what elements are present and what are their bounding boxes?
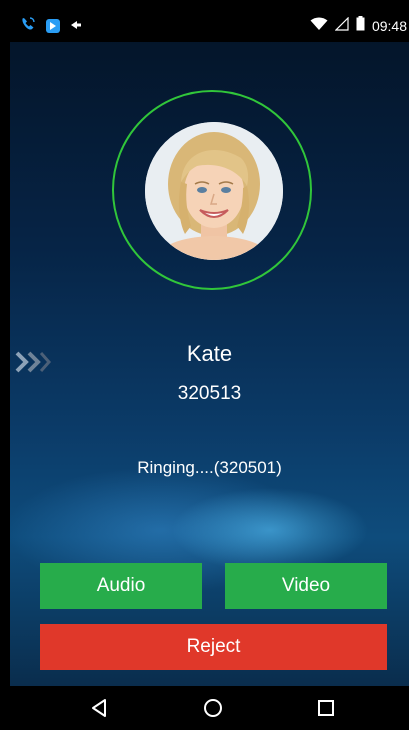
notification-arrow-icon bbox=[70, 17, 82, 35]
reject-button[interactable]: Reject bbox=[40, 624, 387, 670]
home-icon[interactable] bbox=[183, 686, 243, 730]
caller-number: 320513 bbox=[177, 383, 242, 404]
signal-icon bbox=[334, 16, 349, 36]
audio-button[interactable]: Audio bbox=[40, 563, 202, 609]
navigation-bar bbox=[10, 686, 409, 730]
phone-call-icon bbox=[20, 16, 36, 37]
battery-icon bbox=[356, 16, 365, 36]
back-icon[interactable] bbox=[70, 686, 130, 730]
phone-screen: 09:48 Kate 320513 Ringing....(320501) Au… bbox=[0, 0, 409, 730]
recent-apps-icon[interactable] bbox=[296, 686, 356, 730]
screen-border bbox=[0, 0, 10, 730]
wifi-icon bbox=[310, 17, 328, 36]
app-notification-icon bbox=[46, 19, 60, 33]
caller-avatar bbox=[145, 122, 283, 260]
call-status: Ringing....(320501) bbox=[137, 458, 282, 477]
screen-border-top bbox=[0, 0, 409, 10]
caller-photo bbox=[145, 122, 283, 260]
clock: 09:48 bbox=[371, 18, 407, 34]
caller-name: Kate bbox=[186, 341, 233, 366]
status-bar: 09:48 bbox=[10, 10, 409, 42]
status-bar-right: 09:48 bbox=[310, 16, 407, 36]
video-button[interactable]: Video bbox=[225, 563, 387, 609]
status-bar-left bbox=[20, 16, 82, 36]
